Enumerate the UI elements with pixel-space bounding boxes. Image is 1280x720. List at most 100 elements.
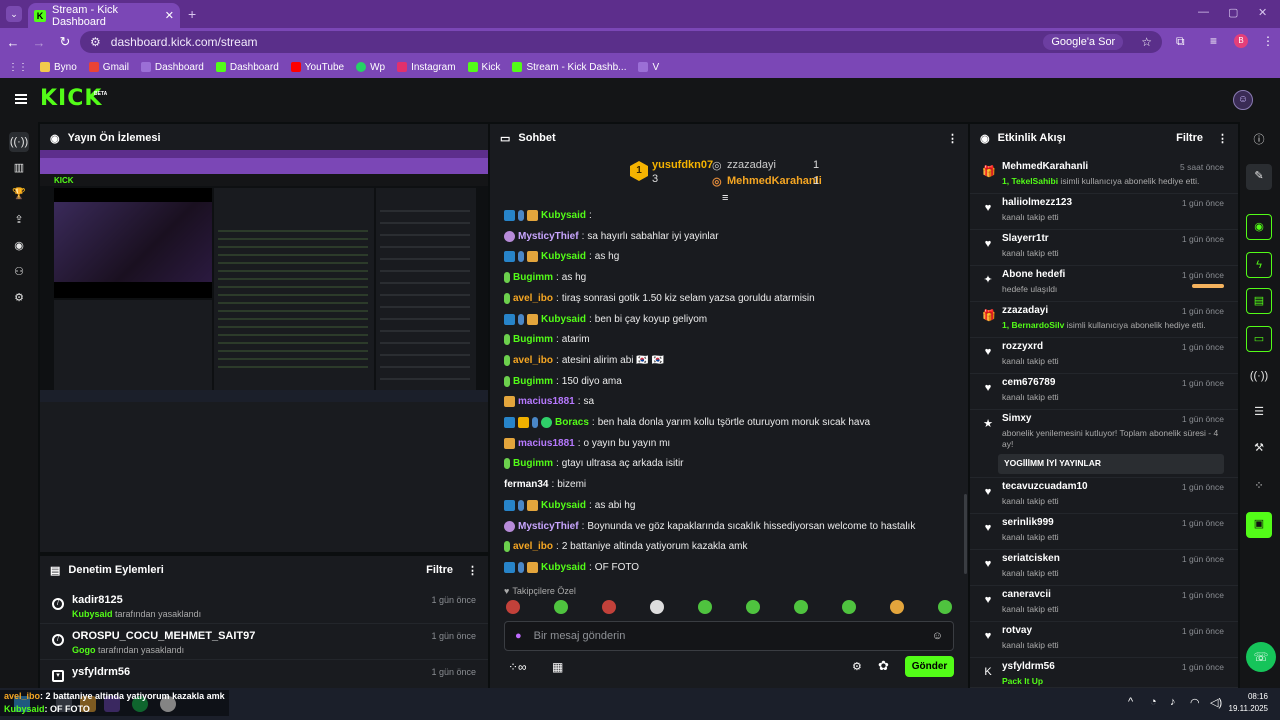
bolt-icon[interactable]: ϟ — [1246, 252, 1272, 278]
event-row[interactable]: ♥ serinlik999 1 gün önce kanalı takip etti — [970, 514, 1238, 550]
chat-more-icon[interactable]: ⋮ — [947, 132, 958, 145]
chat-message[interactable]: macius1881: o yayın bu yayın mı — [504, 437, 670, 449]
trophy-icon[interactable]: 🏆 — [9, 184, 29, 204]
emote[interactable] — [602, 600, 616, 614]
emote[interactable] — [506, 600, 520, 614]
chat-username[interactable]: MysticyThief — [518, 231, 579, 242]
browser-tab[interactable]: K Stream - Kick Dashboard ✕ — [28, 3, 180, 28]
google-ask-chip[interactable]: Google'a Sor — [1043, 34, 1124, 50]
stream-icon[interactable]: ((·)) — [9, 132, 29, 152]
chat-message[interactable]: avel_ibo:2 battaniye altinda yatiyorum k… — [504, 541, 747, 553]
event-row[interactable]: ♥ Slayerr1tr 1 gün önce kanalı takip etti — [970, 230, 1238, 266]
wrench-icon[interactable]: ⚒ — [1246, 436, 1272, 462]
mod-filter-button[interactable]: Filtre — [426, 564, 453, 576]
emote[interactable] — [794, 600, 808, 614]
chat-message[interactable]: Kubysaid: ben bi çay koyup geliyom — [504, 313, 707, 325]
event-user[interactable]: Simxy — [1002, 413, 1031, 424]
browser-menu-icon[interactable]: ⋮ — [1262, 34, 1274, 48]
extensions-icon[interactable]: ⧉ — [1176, 34, 1185, 49]
chat-username[interactable]: Kubysaid — [541, 251, 586, 262]
chat-input[interactable]: ● Bir mesaj gönderin ☺ — [504, 621, 954, 651]
chat-message[interactable]: macius1881: sa — [504, 396, 594, 408]
user-avatar[interactable]: ☺ — [1233, 90, 1253, 110]
event-user[interactable]: zzazadayi — [1002, 305, 1048, 316]
event-row[interactable]: ♥ haliiolmezz123 1 gün önce kanalı takip et… — [970, 194, 1238, 230]
camera-icon[interactable]: ◉ — [9, 236, 29, 256]
mic-tray-icon[interactable]: ♪ — [1170, 696, 1176, 708]
layers-icon[interactable]: ☰ — [1246, 400, 1272, 426]
event-user[interactable]: serinlik999 — [1002, 517, 1054, 528]
analytics-icon[interactable]: ▥ — [9, 158, 29, 178]
chat-username[interactable]: macius1881 — [518, 438, 575, 449]
bookmark-item[interactable]: Dashboard — [215, 62, 279, 73]
event-user[interactable]: seriatcisken — [1002, 553, 1060, 564]
minimize-icon[interactable]: — — [1198, 6, 1209, 18]
network-icon[interactable]: ◠ — [1190, 696, 1200, 709]
event-row[interactable]: ♥ seriatcisken 1 gün önce kanalı takip etti — [970, 550, 1238, 586]
menu-icon[interactable] — [15, 94, 27, 104]
chat-message[interactable]: Kubysaid: as hg — [504, 251, 619, 263]
camera-icon[interactable]: ◉ — [1246, 214, 1272, 240]
chat-username[interactable]: MysticyThief — [518, 521, 579, 532]
back-icon[interactable]: ← — [0, 35, 26, 50]
site-info-icon[interactable]: ⚙ — [90, 35, 101, 49]
mod-row[interactable]: / OROSPU_COCU_MEHMET_SAIT97 Gogo tarafın… — [40, 626, 488, 660]
chat-scrollbar[interactable] — [964, 494, 967, 574]
emoji-icon[interactable]: ☺ — [932, 630, 943, 642]
chat-username[interactable]: Kubysaid — [541, 562, 586, 573]
emote[interactable] — [890, 600, 904, 614]
chat-username[interactable]: Bugimm — [513, 334, 553, 345]
chat-message[interactable]: MysticyThief: Boynunda ve göz kapaklarınd… — [504, 520, 915, 532]
chat-message[interactable]: ferman34: bizemi — [504, 479, 586, 490]
chat-message[interactable]: MysticyThief: sa hayırlı sabahlar iyi yay… — [504, 230, 719, 242]
close-tab-icon[interactable]: ✕ — [165, 9, 174, 22]
event-user[interactable]: Abone hedefi — [1002, 269, 1065, 280]
broadcast-icon[interactable]: ((·)) — [1246, 364, 1272, 390]
profile-avatar[interactable]: B — [1234, 34, 1248, 48]
clock-date[interactable]: 19.11.2025 — [1226, 704, 1268, 713]
chat-message[interactable]: Bugimm:150 diyo ama — [504, 375, 622, 387]
send-button[interactable]: Gönder — [905, 656, 954, 677]
chat-username[interactable]: Bugimm — [513, 376, 553, 387]
chat-username[interactable]: Kubysaid — [541, 500, 586, 511]
chat-message[interactable]: Bugimm: atarim — [504, 334, 590, 346]
clipboard-icon[interactable]: ▤ — [1246, 288, 1272, 314]
event-row[interactable]: ♥ cem676789 1 gün önce kanalı takip etti — [970, 374, 1238, 410]
bookmark-item[interactable]: Wp — [356, 62, 385, 73]
events-filter-button[interactable]: Filtre — [1176, 132, 1203, 144]
event-row[interactable]: ♥ caneravcii 1 gün önce kanalı takip etti — [970, 586, 1238, 622]
emote[interactable] — [842, 600, 856, 614]
event-user[interactable]: caneravcii — [1002, 589, 1051, 600]
tray-chevron-icon[interactable]: ^ — [1128, 696, 1133, 708]
mod-more-icon[interactable]: ⋮ — [467, 564, 478, 577]
mod-row[interactable]: / kadir8125 Kubysaid tarafından yasaklan… — [40, 590, 488, 624]
chat-username[interactable]: Bugimm — [513, 458, 553, 469]
store-icon[interactable]: ▦ — [552, 660, 563, 674]
chat-settings-icon[interactable]: ⚙ — [852, 660, 862, 673]
emote[interactable] — [938, 600, 952, 614]
chat-message[interactable]: Kubysaid: as abi hg — [504, 499, 635, 511]
infinity-icon[interactable]: ⁘∞ — [508, 660, 527, 674]
settings-icon[interactable]: ⚙ — [9, 288, 29, 308]
event-user[interactable]: ysfyldrm56 — [1002, 661, 1055, 672]
chat-message[interactable]: Kubysaid: — [504, 210, 595, 221]
chat-username[interactable]: Kubysaid — [541, 314, 586, 325]
event-user[interactable]: rozzyxrd — [1002, 341, 1043, 352]
expand-icon[interactable]: ≡ — [722, 192, 728, 204]
event-row[interactable]: 🎁 MehmedKarahanli 5 saat önce 1, TekelSahib… — [970, 158, 1238, 194]
chat-username[interactable]: Kubysaid — [541, 210, 586, 221]
new-tab-icon[interactable]: + — [188, 6, 196, 22]
chat-username[interactable]: avel_ibo — [513, 355, 553, 366]
emote-picker-icon[interactable]: ✿ — [878, 658, 889, 674]
chat-username[interactable]: macius1881 — [518, 396, 575, 407]
stream-preview-video[interactable]: KICK — [40, 150, 488, 402]
apps-grid-icon[interactable]: ⋮⋮ — [8, 62, 28, 73]
chat-bubble-icon[interactable]: ▭ — [1246, 326, 1272, 352]
event-user[interactable]: cem676789 — [1002, 377, 1055, 388]
bookmark-item[interactable]: Byno — [40, 62, 77, 73]
tab-search-icon[interactable]: ⌄ — [6, 6, 22, 22]
reload-icon[interactable]: ↻ — [52, 34, 78, 50]
event-row[interactable]: ♥ rotvay 1 gün önce kanalı takip etti — [970, 622, 1238, 658]
emote[interactable] — [746, 600, 760, 614]
chat-message[interactable]: avel_ibo: tiraş sonrasi gotik 1.50 kiz se… — [504, 292, 815, 304]
